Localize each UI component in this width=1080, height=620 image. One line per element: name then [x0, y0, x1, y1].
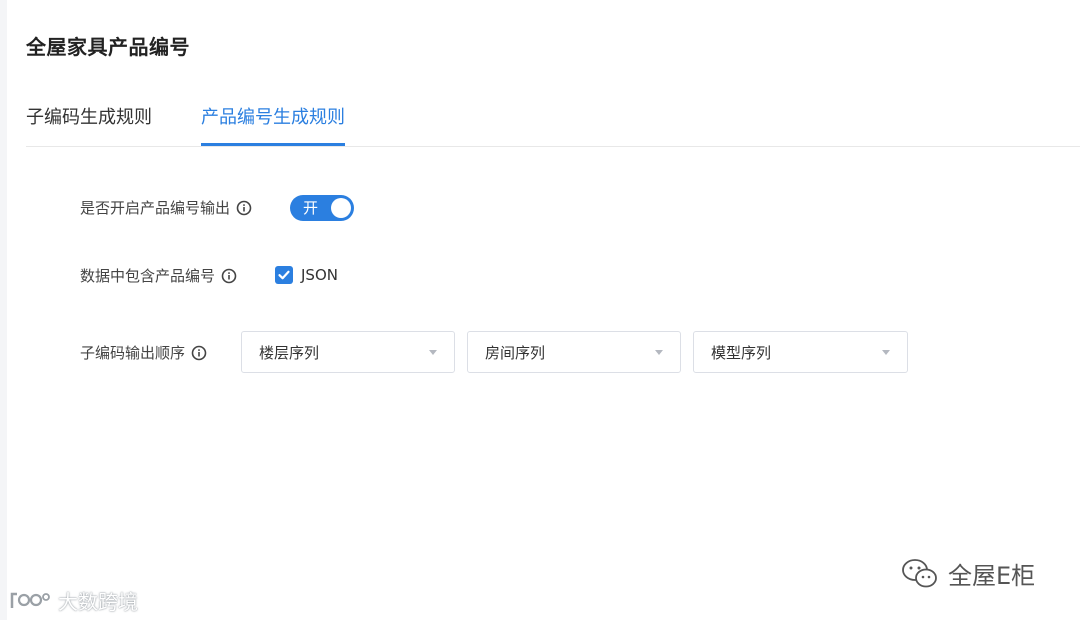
watermark-left-text: 大数跨境 — [58, 590, 138, 614]
include-in-data-row: 数据中包含产品编号 — [80, 265, 237, 286]
watermark-logo-icon — [10, 592, 50, 608]
json-checkbox-label[interactable]: JSON — [301, 265, 338, 285]
toggle-knob — [331, 198, 351, 218]
output-order-label: 子编码输出顺序 — [80, 344, 186, 362]
info-icon[interactable] — [236, 200, 252, 216]
tab-bar: 子编码生成规则 产品编号生成规则 — [26, 104, 1080, 147]
watermark-right: 全屋E柜 — [900, 556, 1035, 591]
info-icon[interactable] — [191, 345, 207, 361]
caret-down-icon — [882, 350, 890, 355]
toggle-on-text: 开 — [303, 199, 319, 217]
info-icon[interactable] — [221, 268, 237, 284]
enable-output-label: 是否开启产品编号输出 — [80, 199, 231, 217]
output-order-row: 子编码输出顺序 — [80, 342, 207, 363]
enable-output-toggle[interactable]: 开 — [290, 195, 354, 221]
watermark-left: 大数跨境 — [8, 586, 138, 615]
select-value: 楼层序列 — [259, 344, 320, 362]
left-rail — [0, 0, 7, 620]
json-checkbox[interactable] — [275, 266, 293, 284]
checkmark-icon — [278, 270, 290, 280]
include-in-data-label: 数据中包含产品编号 — [80, 267, 216, 285]
tab-sub-code-rules[interactable]: 子编码生成规则 — [26, 104, 152, 145]
enable-output-row: 是否开启产品编号输出 — [80, 197, 252, 218]
watermark-right-text: 全屋E柜 — [948, 562, 1036, 590]
tab-product-number-rules[interactable]: 产品编号生成规则 — [201, 104, 345, 146]
caret-down-icon — [655, 350, 663, 355]
wechat-icon — [902, 558, 937, 587]
caret-down-icon — [429, 350, 437, 355]
floor-sequence-select[interactable]: 楼层序列 — [241, 331, 455, 373]
model-sequence-select[interactable]: 模型序列 — [693, 331, 908, 373]
select-value: 房间序列 — [485, 344, 546, 362]
page-title: 全屋家具产品编号 — [26, 35, 190, 59]
room-sequence-select[interactable]: 房间序列 — [467, 331, 681, 373]
select-value: 模型序列 — [711, 344, 772, 362]
